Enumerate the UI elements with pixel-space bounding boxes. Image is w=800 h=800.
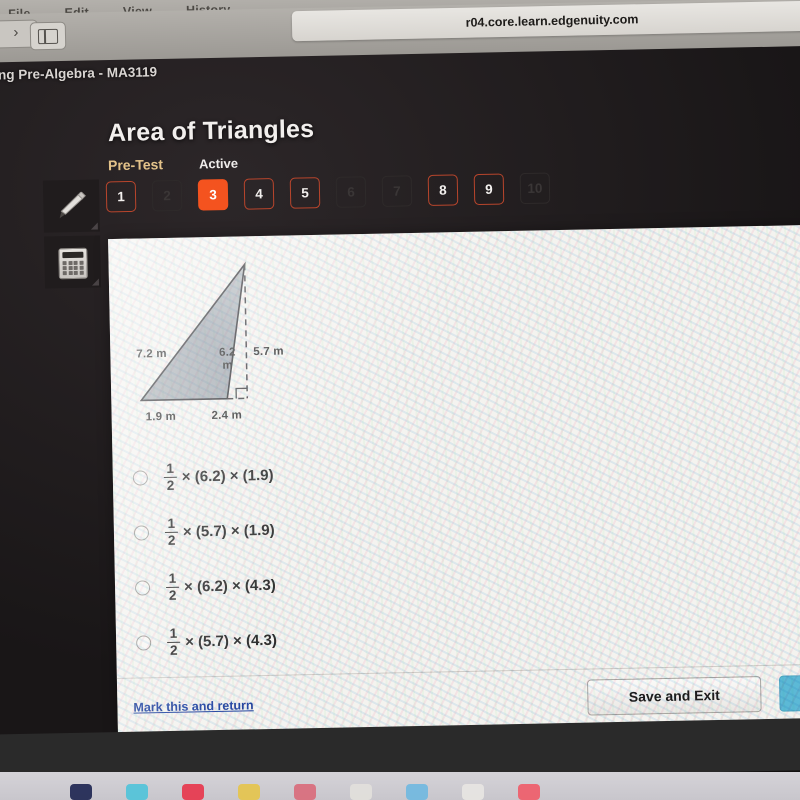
question-button-5[interactable]: 5 (289, 177, 321, 209)
laptop-screen-photo: File Edit View History › r04.core.learn.… (0, 0, 800, 800)
answer-option-d[interactable]: 1 2 × (5.7) × (4.3) (130, 607, 551, 670)
dock-icon[interactable] (294, 784, 316, 800)
fraction-one-half: 1 2 (163, 460, 178, 494)
question-panel: 7.2 m 6.2 m 5.7 m 1.9 m 2.4 m 1 2 × (6.2… (108, 225, 800, 739)
calculator-keys (62, 260, 84, 276)
answer-options: 1 2 × (6.2) × (1.9) 1 2 × (5.7) × (1.9) (126, 442, 550, 670)
fraction-one-half: 1 2 (167, 625, 181, 659)
dock-icon[interactable] (406, 784, 428, 800)
answer-option-b[interactable]: 1 2 × (5.7) × (1.9) (127, 497, 548, 560)
tool-corner-marker (90, 222, 98, 230)
fraction-one-half: 1 2 (166, 570, 180, 604)
tool-corner-marker (91, 278, 100, 286)
pencil-icon (59, 191, 86, 219)
label-base: 1.9 m (145, 410, 177, 424)
fraction-numerator: 1 (168, 570, 177, 586)
answer-text-a: × (6.2) × (1.9) (181, 466, 274, 486)
fraction-denominator: 2 (168, 588, 177, 604)
fraction-numerator: 1 (169, 625, 178, 641)
answer-option-a[interactable]: 1 2 × (6.2) × (1.9) (126, 442, 547, 505)
sidebar-toggle-icon[interactable] (29, 21, 67, 51)
dock-icon[interactable] (238, 784, 260, 800)
calculator-tool[interactable] (44, 235, 102, 289)
fraction-denominator: 2 (166, 478, 175, 494)
answer-option-c[interactable]: 1 2 × (6.2) × (4.3) (129, 552, 550, 615)
label-base-extension: 2.4 m (211, 409, 243, 423)
save-and-exit-button[interactable]: Save and Exit (586, 676, 762, 716)
height-dashed-line (243, 264, 249, 399)
highlighter-tool[interactable] (42, 179, 100, 233)
question-button-9[interactable]: 9 (473, 173, 505, 206)
triangle-figure: 7.2 m 6.2 m 5.7 m 1.9 m 2.4 m (116, 247, 420, 438)
label-left-side: 7.2 m (136, 347, 167, 361)
triangle-svg (139, 261, 249, 402)
calculator-icon (58, 247, 88, 280)
tool-rail (42, 179, 102, 290)
question-button-10: 10 (519, 172, 551, 205)
answer-expression-b: 1 2 × (5.7) × (1.9) (164, 514, 275, 549)
question-button-8[interactable]: 8 (427, 174, 459, 206)
fraction-numerator: 1 (167, 515, 176, 531)
fraction-one-half: 1 2 (164, 515, 179, 549)
question-button-7: 7 (381, 175, 413, 207)
question-button-2: 2 (151, 179, 183, 212)
answer-text-b: × (5.7) × (1.9) (182, 521, 275, 541)
mark-this-and-return-link[interactable]: Mark this and return (133, 698, 253, 714)
dock-icon[interactable] (126, 784, 148, 800)
radio-option-d[interactable] (136, 635, 152, 651)
calculator-screen (62, 251, 84, 259)
answer-text-d: × (5.7) × (4.3) (184, 631, 278, 651)
question-button-3[interactable]: 3 (197, 179, 229, 211)
radio-option-a[interactable] (132, 470, 149, 486)
label-right-side: 6.2 m (218, 346, 236, 372)
assignment-type-label: Pre-Test (107, 156, 164, 174)
radio-option-b[interactable] (133, 525, 150, 541)
dock-icon[interactable] (462, 784, 484, 800)
dock-icon[interactable] (70, 784, 92, 800)
dock-icon[interactable] (182, 784, 204, 800)
question-button-1[interactable]: 1 (105, 180, 137, 213)
dock-icon[interactable] (518, 784, 540, 800)
assignment-status-row: Pre-Test Active (108, 155, 238, 174)
answer-expression-a: 1 2 × (6.2) × (1.9) (163, 459, 274, 494)
dock-icon[interactable] (350, 784, 372, 800)
fraction-denominator: 2 (167, 533, 176, 549)
next-button[interactable] (778, 673, 800, 712)
page-title: Area of Triangles (107, 114, 315, 148)
question-button-6: 6 (335, 176, 367, 208)
fraction-numerator: 1 (166, 460, 175, 476)
fraction-denominator: 2 (169, 643, 178, 659)
assignment-state-label: Active (198, 155, 239, 172)
radio-option-c[interactable] (134, 580, 151, 596)
sidebar-glyph (37, 28, 59, 44)
macos-dock (0, 784, 800, 800)
answer-expression-d: 1 2 × (5.7) × (4.3) (167, 624, 277, 658)
answer-text-c: × (6.2) × (4.3) (183, 576, 276, 596)
right-angle-marker (235, 387, 248, 399)
label-height: 5.7 m (253, 345, 284, 359)
question-button-4[interactable]: 4 (243, 178, 275, 210)
answer-expression-c: 1 2 × (6.2) × (4.3) (166, 569, 276, 603)
